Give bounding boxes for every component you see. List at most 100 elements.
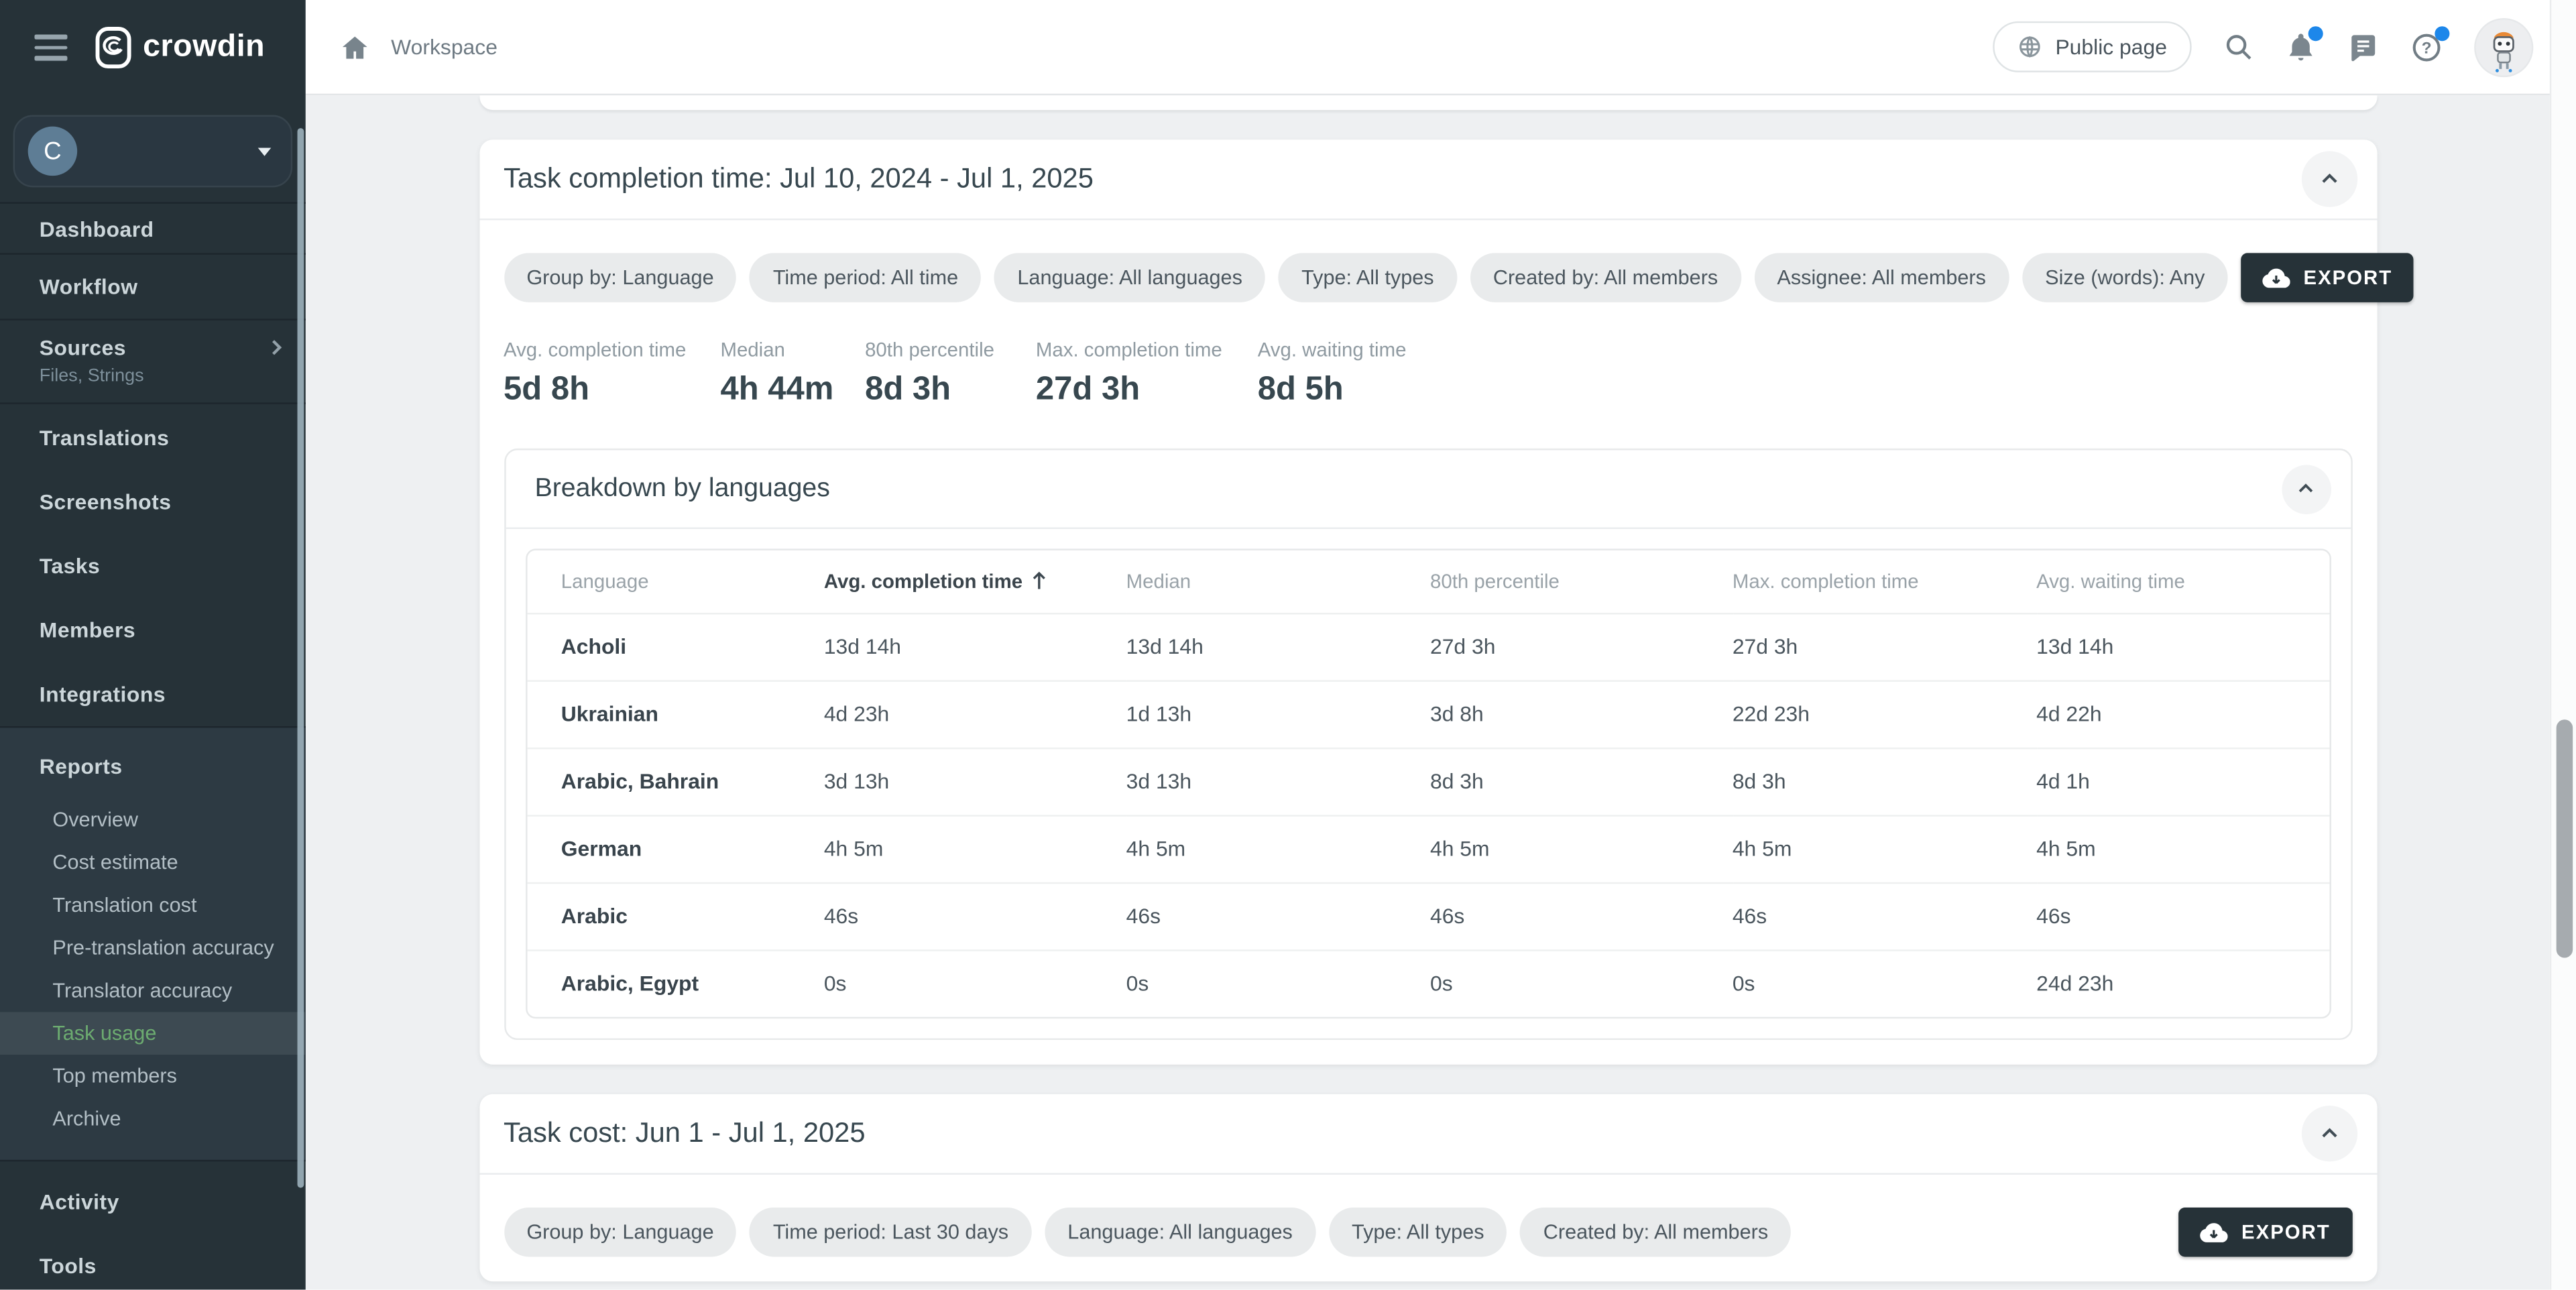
cell-max: 46s <box>1733 882 2036 949</box>
sidebar-item-screenshots[interactable]: Screenshots <box>0 470 306 534</box>
messages-icon[interactable] <box>2347 32 2379 63</box>
collapse-breakdown-button[interactable] <box>2281 464 2331 514</box>
cell-wait: 46s <box>2036 882 2329 949</box>
filter-chip-type[interactable]: Type: All types <box>1279 253 1457 302</box>
cloud-upload-icon <box>2262 263 2290 292</box>
cell-p80: 8d 3h <box>1430 748 1733 815</box>
search-icon[interactable] <box>2223 32 2254 63</box>
sidebar-item-archive[interactable]: Archive <box>0 1098 306 1140</box>
cell-language: Arabic, Egypt <box>526 949 824 1016</box>
cell-median: 4h 5m <box>1126 815 1430 882</box>
export-button[interactable]: EXPORT <box>2179 1208 2352 1257</box>
column-avg-completion-time[interactable]: Avg. completion time <box>824 550 1126 613</box>
sidebar-item-dashboard[interactable]: Dashboard <box>0 204 306 253</box>
home-icon[interactable] <box>340 32 369 62</box>
column-max-completion-time[interactable]: Max. completion time <box>1733 550 2036 613</box>
sidebar-item-sources[interactable]: Sources Files, Strings <box>0 320 306 403</box>
sidebar-header: crowdin <box>0 0 306 95</box>
cell-avg: 46s <box>824 882 1126 949</box>
cell-max: 0s <box>1733 949 2036 1016</box>
sidebar-item-sources-subtitle: Files, Strings <box>40 366 283 386</box>
cell-median: 13d 14h <box>1126 613 1430 680</box>
cell-max: 27d 3h <box>1733 613 2036 680</box>
page-scrollbar-thumb[interactable] <box>2557 719 2573 957</box>
cell-p80: 4h 5m <box>1430 815 1733 882</box>
collapse-task-completion-button[interactable] <box>2301 151 2357 207</box>
cell-wait: 24d 23h <box>2036 949 2329 1016</box>
notification-dot <box>2435 25 2449 40</box>
filter-chip-type[interactable]: Type: All types <box>1329 1208 1507 1257</box>
cell-language: Ukrainian <box>526 680 824 747</box>
collapse-task-cost-button[interactable] <box>2301 1106 2357 1161</box>
stat-avg-completion-time: Avg. completion time 5d 8h <box>504 339 720 409</box>
sidebar-item-translations[interactable]: Translations <box>0 406 306 470</box>
sidebar-item-workflow[interactable]: Workflow <box>0 255 306 319</box>
export-button[interactable]: EXPORT <box>2241 253 2414 302</box>
sidebar-group-reports: Reports Overview Cost estimate Translati… <box>0 727 306 1159</box>
filter-chip-language[interactable]: Language: All languages <box>994 253 1265 302</box>
sidebar-item-reports[interactable]: Reports <box>0 734 306 799</box>
breakdown-title: Breakdown by languages <box>535 474 830 504</box>
cell-p80: 3d 8h <box>1430 680 1733 747</box>
crowdin-logo[interactable]: crowdin <box>95 26 265 69</box>
sidebar-item-cost-estimate[interactable]: Cost estimate <box>0 841 306 884</box>
sidebar-scrollbar[interactable] <box>298 128 304 1187</box>
cloud-upload-icon <box>2201 1218 2229 1246</box>
sidebar-item-integrations[interactable]: Integrations <box>0 662 306 726</box>
sidebar-item-tools[interactable]: Tools <box>0 1234 306 1290</box>
sidebar-item-task-usage[interactable]: Task usage <box>0 1012 306 1055</box>
column-avg-waiting-time[interactable]: Avg. waiting time <box>2036 550 2329 613</box>
chevron-up-icon <box>2295 478 2317 500</box>
sidebar-item-tasks[interactable]: Tasks <box>0 534 306 598</box>
cell-median: 3d 13h <box>1126 748 1430 815</box>
filter-chip-language[interactable]: Language: All languages <box>1045 1208 1315 1257</box>
workspace-avatar: C <box>28 127 78 176</box>
breadcrumb-workspace[interactable]: Workspace <box>391 34 497 59</box>
sidebar: crowdin C Dashboard Workflow Sources Fil… <box>0 0 306 1289</box>
cell-p80: 46s <box>1430 882 1733 949</box>
sidebar-item-translator-accuracy[interactable]: Translator accuracy <box>0 970 306 1012</box>
task-completion-title: Task completion time: Jul 10, 2024 - Jul… <box>504 163 1094 196</box>
notifications-bell-icon[interactable] <box>2285 32 2317 63</box>
breadcrumb[interactable]: Workspace <box>340 32 497 62</box>
filter-chip-created-by[interactable]: Created by: All members <box>1470 253 1741 302</box>
public-page-button[interactable]: Public page <box>1993 21 2191 72</box>
stat-80th-percentile: 80th percentile 8d 3h <box>865 339 1036 409</box>
filter-chip-created-by[interactable]: Created by: All members <box>1520 1208 1791 1257</box>
filter-chip-time-period[interactable]: Time period: Last 30 days <box>750 1208 1032 1257</box>
workspace-selector[interactable]: C <box>13 115 293 188</box>
sort-ascending-icon <box>1031 571 1049 592</box>
user-avatar[interactable] <box>2474 17 2533 76</box>
column-80th-percentile[interactable]: 80th percentile <box>1430 550 1733 613</box>
filter-chip-time-period[interactable]: Time period: All time <box>750 253 982 302</box>
page-scrollbar <box>2550 0 2576 1289</box>
table-header-row: Language Avg. completion time <box>526 550 2329 613</box>
chevron-up-icon <box>2317 1122 2340 1145</box>
sidebar-item-members[interactable]: Members <box>0 598 306 662</box>
globe-icon <box>2017 34 2042 59</box>
cell-median: 46s <box>1126 882 1430 949</box>
menu-toggle-button[interactable] <box>34 35 67 60</box>
sidebar-item-activity[interactable]: Activity <box>0 1170 306 1234</box>
chevron-right-icon <box>271 339 282 357</box>
filter-chip-group-by[interactable]: Group by: Language <box>504 253 737 302</box>
sidebar-item-pre-translation-accuracy[interactable]: Pre-translation accuracy <box>0 927 306 970</box>
cell-p80: 0s <box>1430 949 1733 1016</box>
column-median[interactable]: Median <box>1126 550 1430 613</box>
cell-avg: 4h 5m <box>824 815 1126 882</box>
filter-chip-assignee[interactable]: Assignee: All members <box>1754 253 2009 302</box>
chevron-up-icon <box>2317 168 2340 190</box>
sidebar-item-overview[interactable]: Overview <box>0 799 306 841</box>
help-icon[interactable]: ? <box>2410 30 2443 63</box>
task-completion-card: Task completion time: Jul 10, 2024 - Jul… <box>479 139 2376 1065</box>
chevron-down-icon <box>258 147 272 155</box>
cell-language: German <box>526 815 824 882</box>
filter-chip-size[interactable]: Size (words): Any <box>2022 253 2228 302</box>
languages-table: Language Avg. completion time <box>525 548 2331 1018</box>
column-language[interactable]: Language <box>526 550 824 613</box>
sidebar-item-top-members[interactable]: Top members <box>0 1055 306 1098</box>
task-cost-card: Task cost: Jun 1 - Jul 1, 2025 Group by:… <box>479 1094 2376 1281</box>
sidebar-item-translation-cost[interactable]: Translation cost <box>0 884 306 927</box>
task-completion-stats: Avg. completion time 5d 8h Median 4h 44m… <box>504 339 2352 409</box>
filter-chip-group-by[interactable]: Group by: Language <box>504 1208 737 1257</box>
